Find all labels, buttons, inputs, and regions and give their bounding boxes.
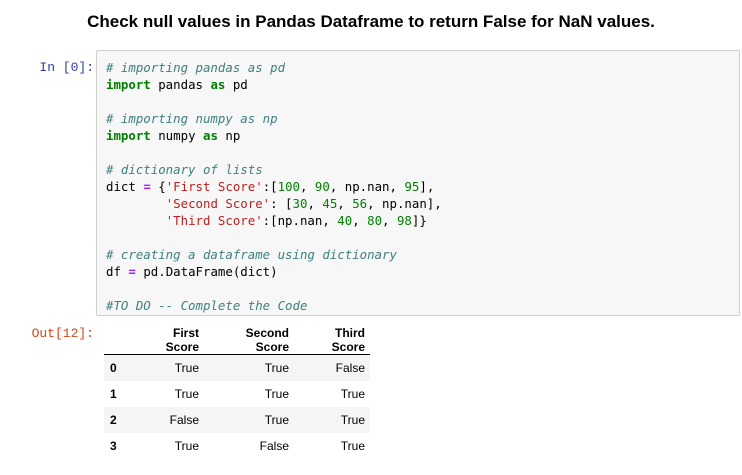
table-row: 1 True True True <box>104 381 370 407</box>
table-row: 3 True False True <box>104 433 370 459</box>
cell-title: Check null values in Pandas Dataframe to… <box>87 12 655 31</box>
table-cell: True <box>264 387 289 401</box>
table-cell: True <box>174 387 199 401</box>
code-line-15: #TO DO -- Complete the Code <box>106 298 308 313</box>
code-line-1: # importing pandas as pd <box>106 60 286 75</box>
column-header: First Score <box>132 326 204 355</box>
table-row: 2 False True True <box>104 407 370 433</box>
table-cell: False <box>169 413 199 427</box>
row-index: 2 <box>110 413 117 427</box>
dataframe-table: First Score Second Score Third Score 0 T… <box>104 326 370 459</box>
column-header: Second Score <box>204 326 294 355</box>
code-cell[interactable]: # importing pandas as pd import pandas a… <box>96 50 740 316</box>
table-cell: True <box>174 439 199 453</box>
table-cell: True <box>340 439 365 453</box>
table-cell: False <box>335 361 365 375</box>
code-line-4: # importing numpy as np <box>106 111 278 126</box>
code-line-13: df = pd.DataFrame(dict) <box>106 264 278 279</box>
table-cell: False <box>259 439 289 453</box>
code-line-5: import numpy as np <box>106 128 241 143</box>
code-editor[interactable]: # importing pandas as pd import pandas a… <box>97 51 739 314</box>
row-index: 1 <box>110 387 117 401</box>
code-line-12: # creating a dataframe using dictionary <box>106 247 397 262</box>
row-index: 0 <box>110 361 117 375</box>
column-header: Third Score <box>294 326 370 355</box>
input-prompt: In [0]: <box>39 60 94 75</box>
table-cell: True <box>264 361 289 375</box>
code-line-9: 'Second Score': [30, 45, 56, np.nan], <box>165 196 442 211</box>
table-cell: True <box>340 387 365 401</box>
output-area: First Score Second Score Third Score 0 T… <box>104 326 370 459</box>
output-prompt: Out[12]: <box>31 326 94 341</box>
row-index: 3 <box>110 439 117 453</box>
table-cell: True <box>340 413 365 427</box>
code-line-7: # dictionary of lists <box>106 162 263 177</box>
index-header <box>104 326 132 355</box>
code-line-2: import pandas as pd <box>106 77 248 92</box>
code-line-10: 'Third Score':[np.nan, 40, 80, 98]} <box>165 213 427 228</box>
table-cell: True <box>174 361 199 375</box>
table-cell: True <box>264 413 289 427</box>
table-row: 0 True True False <box>104 354 370 381</box>
code-line-8: dict = {'First Score':[100, 90, np.nan, … <box>106 179 435 194</box>
table-header-row: First Score Second Score Third Score <box>104 326 370 355</box>
